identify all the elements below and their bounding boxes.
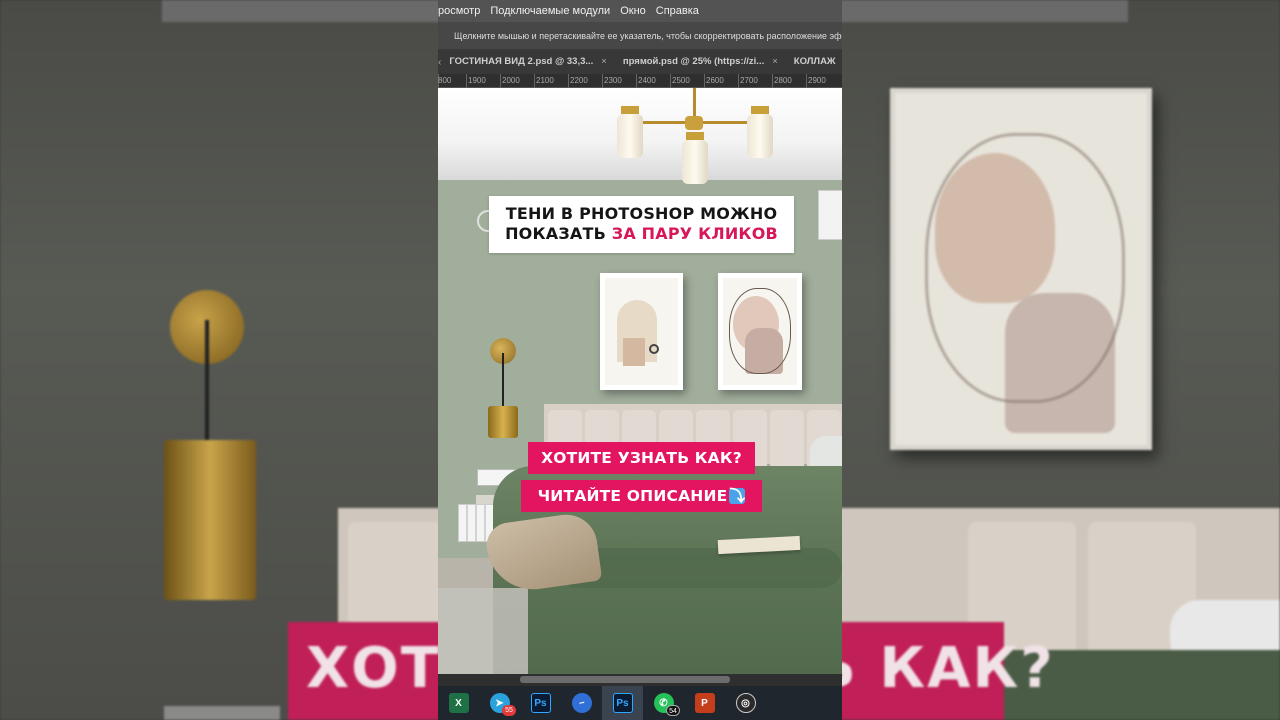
ruler-tick: 2300: [604, 76, 622, 85]
menu-plugins[interactable]: Подключаемые модули: [490, 5, 610, 17]
wall-art-right: [718, 273, 802, 390]
scrollbar-thumb[interactable]: [520, 676, 730, 683]
taskbar-telegram[interactable]: ➤ 55: [479, 686, 520, 720]
app-swoosh-icon: ~: [568, 690, 595, 716]
whatsapp-badge: 54: [666, 705, 680, 716]
video-frame: ХОТИТЕ УЗНАТЬ КАК? росмотр Подключаемые …: [0, 0, 1280, 720]
taskbar-zoom-app[interactable]: ~: [561, 686, 602, 720]
options-hint: Щелкните мышью и перетаскивайте ее указа…: [454, 30, 842, 41]
ruler-tick: 2400: [638, 76, 656, 85]
chandelier-bulb: [682, 140, 708, 184]
rug: [438, 588, 528, 674]
ruler-tick: 1900: [468, 76, 486, 85]
taskbar: X ➤ 55 Ps ~ Ps ✆ 54 P ◎: [438, 686, 842, 720]
headline-accent: ЗА ПАРУ КЛИКОВ: [611, 224, 778, 243]
ruler-tick: 2900: [808, 76, 826, 85]
ruler-tick: 2800: [774, 76, 792, 85]
chandelier-cap: [751, 106, 769, 114]
menu-help[interactable]: Справка: [656, 5, 699, 17]
chandelier-bulb: [617, 114, 643, 158]
ruler-tick: 2500: [672, 76, 690, 85]
ruler-tick: 800: [438, 76, 452, 85]
obs-icon: ◎: [735, 693, 756, 713]
ruler-tick: 2700: [740, 76, 758, 85]
tab-direct[interactable]: прямой.psd @ 25% (https://zi...: [615, 50, 786, 74]
banner-read-text: ЧИТАЙТЕ ОПИСАНИЕ: [537, 487, 728, 505]
ruler-tick: 2200: [570, 76, 588, 85]
headline-line-1: ТЕНИ В PHOTOSHOP МОЖНО: [505, 204, 778, 223]
tab-living-room[interactable]: ГОСТИНАЯ ВИД 2.psd @ 33,3...: [441, 50, 615, 74]
taskbar-powerpoint[interactable]: P: [684, 686, 725, 720]
excel-icon: X: [448, 693, 469, 713]
document-tabs: ‹ ГОСТИНАЯ ВИД 2.psd @ 33,3... прямой.ps…: [438, 50, 842, 74]
ruler-tick: 2100: [536, 76, 554, 85]
menu-view[interactable]: росмотр: [438, 5, 480, 17]
menu-window[interactable]: Окно: [620, 5, 646, 17]
chandelier-cap: [686, 132, 704, 140]
taskbar-obs[interactable]: ◎: [725, 686, 766, 720]
wall-art-left: [600, 273, 683, 390]
tab-collage[interactable]: КОЛЛАЖ: [786, 50, 842, 74]
photoshop-icon: Ps: [530, 693, 551, 713]
chandelier-hub: [685, 116, 703, 130]
sconce-shade: [488, 406, 518, 438]
horizontal-scrollbar[interactable]: [438, 674, 842, 686]
powerpoint-icon: P: [694, 693, 715, 713]
headline-plain: ПОКАЗАТЬ: [505, 224, 612, 243]
arrow-down-right-icon: ⤵: [729, 487, 746, 505]
taskbar-photoshop-2[interactable]: Ps: [602, 686, 643, 720]
bg-sconce-shade: [164, 440, 256, 600]
ruler-tick: 2000: [502, 76, 520, 85]
taskbar-excel[interactable]: X: [438, 686, 479, 720]
bg-art-frame: [890, 88, 1152, 450]
chandelier-bulb: [747, 114, 773, 158]
taskbar-photoshop-1[interactable]: Ps: [520, 686, 561, 720]
menubar: росмотр Подключаемые модули Окно Справка: [438, 0, 842, 22]
bg-sconce-rod: [205, 320, 209, 450]
chandelier-cap: [621, 106, 639, 114]
floor: [438, 558, 498, 588]
photoshop-icon: Ps: [612, 693, 633, 713]
sconce-rod: [502, 353, 504, 413]
ruler-tick: 2600: [706, 76, 724, 85]
banner-read-description: ЧИТАЙТЕ ОПИСАНИЕ ⤵: [521, 480, 762, 512]
wall-air-conditioner: [818, 190, 842, 240]
banner-question: ХОТИТЕ УЗНАТЬ КАК?: [528, 442, 755, 474]
taskbar-whatsapp[interactable]: ✆ 54: [643, 686, 684, 720]
telegram-badge: 55: [502, 705, 516, 716]
headline-box: ТЕНИ В PHOTOSHOP МОЖНО ПОКАЗАТЬ ЗА ПАРУ …: [489, 196, 794, 253]
headline-line-2: ПОКАЗАТЬ ЗА ПАРУ КЛИКОВ: [489, 224, 794, 244]
bg-bottom-strip: [164, 706, 280, 720]
options-bar: Щелкните мышью и перетаскивайте ее указа…: [438, 22, 842, 50]
photoshop-window: росмотр Подключаемые модули Окно Справка…: [438, 0, 842, 720]
document-canvas[interactable]: ТЕНИ В PHOTOSHOP МОЖНО ПОКАЗАТЬ ЗА ПАРУ …: [438, 88, 842, 674]
banner-question-text: ХОТИТЕ УЗНАТЬ КАК?: [541, 449, 742, 467]
horizontal-ruler: 800 1900 2000 2100 2200 2300 2400 2500 2…: [438, 74, 842, 88]
